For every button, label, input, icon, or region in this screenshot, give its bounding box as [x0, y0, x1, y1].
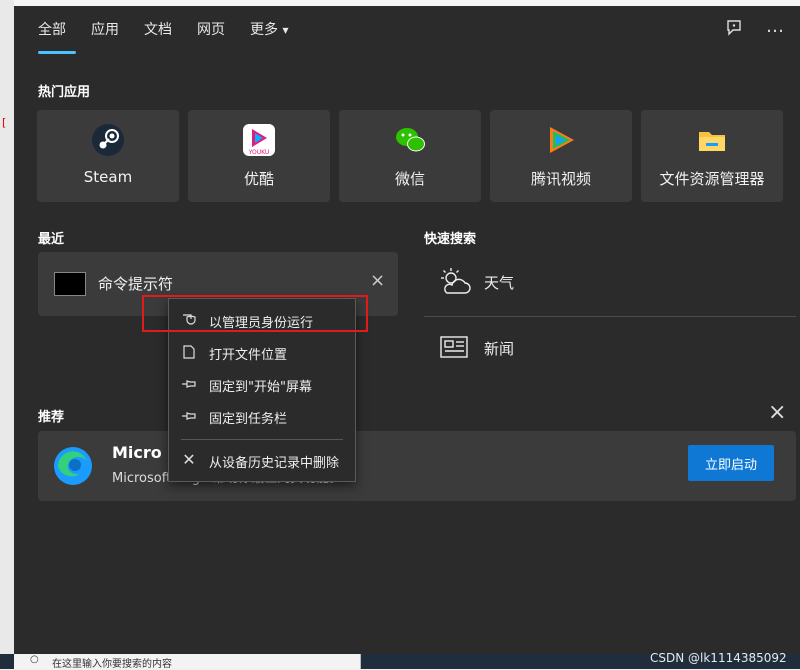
taskbar-search-box[interactable]: ○ 在这里输入你要搜索的内容 [14, 654, 361, 670]
active-tab-indicator [38, 51, 76, 54]
search-panel: 全部 应用 文档 网页 更多 ▾ … 热门应用 Steam YOUKU 优酷 微… [14, 6, 800, 654]
menu-item-remove-from-history[interactable]: ✕ 从设备历史记录中删除 [169, 445, 355, 475]
recommend-card-edge[interactable]: Micro Microsoft Edge 帮助你最佳网页功能。 立即启动 [38, 431, 796, 501]
tab-web[interactable]: 网页 [197, 19, 225, 39]
pin-icon [181, 408, 197, 424]
taskbar-search-placeholder: 在这里输入你要搜索的内容 [52, 659, 172, 670]
watermark: CSDN @lk1114385092 [650, 651, 787, 665]
steam-icon [92, 124, 124, 156]
close-icon[interactable]: × [768, 400, 786, 425]
open-folder-icon [181, 344, 197, 360]
menu-item-label: 固定到"开始"屏幕 [209, 380, 312, 395]
close-icon[interactable]: × [370, 270, 385, 291]
menu-item-label: 从设备历史记录中删除 [209, 456, 340, 471]
app-label: 文件资源管理器 [659, 170, 765, 188]
top-navigation: 全部 应用 文档 网页 更多 ▾ … [14, 6, 800, 56]
edge-icon [52, 445, 94, 491]
more-options-icon[interactable]: … [766, 16, 784, 37]
quick-search-label: 新闻 [484, 340, 515, 358]
tencent-video-icon [545, 124, 577, 156]
youku-icon: YOUKU [243, 124, 275, 156]
cmd-icon [54, 272, 86, 296]
app-tile-tencent-video[interactable]: 腾讯视频 [490, 110, 632, 202]
recent-item-label: 命令提示符 [98, 275, 174, 293]
app-tile-file-explorer[interactable]: 文件资源管理器 [641, 110, 783, 202]
quick-search-label: 天气 [484, 274, 515, 292]
divider [424, 316, 796, 317]
tab-apps[interactable]: 应用 [91, 19, 119, 39]
menu-item-pin-to-start[interactable]: 固定到"开始"屏幕 [169, 369, 355, 399]
app-label: 腾讯视频 [530, 170, 591, 188]
tab-more-label: 更多 [250, 22, 278, 38]
search-icon: ○ [30, 654, 39, 665]
recommend-app-name: Micro [112, 443, 162, 462]
app-tile-steam[interactable]: Steam [37, 110, 179, 202]
quick-search-title: 快速搜索 [424, 232, 477, 247]
recent-title: 最近 [38, 232, 65, 247]
background-window-edge: [ [0, 0, 15, 669]
tab-more[interactable]: 更多 ▾ [250, 19, 288, 39]
quick-search-news[interactable]: 新闻 [424, 318, 796, 382]
quick-search-weather[interactable]: 天气 [424, 252, 796, 316]
launch-now-button[interactable]: 立即启动 [688, 445, 774, 481]
recommend-title: 推荐 [38, 410, 65, 425]
pin-icon [181, 376, 197, 392]
hot-apps-title: 热门应用 [38, 85, 91, 100]
folder-icon [696, 124, 728, 156]
app-tile-wechat[interactable]: 微信 [339, 110, 481, 202]
weather-icon [438, 266, 472, 304]
background-marker: [ [2, 116, 7, 129]
wechat-icon [394, 124, 426, 156]
app-label: Steam [83, 168, 133, 186]
app-label: 微信 [394, 170, 425, 188]
tab-documents[interactable]: 文档 [144, 19, 172, 39]
menu-item-pin-to-taskbar[interactable]: 固定到任务栏 [169, 401, 355, 431]
menu-item-open-file-location[interactable]: 打开文件位置 [169, 337, 355, 367]
tab-all[interactable]: 全部 [38, 19, 66, 39]
chevron-down-icon: ▾ [282, 23, 289, 37]
annotation-highlight-box [142, 295, 368, 332]
feedback-icon[interactable] [724, 18, 744, 43]
svg-text:YOUKU: YOUKU [248, 149, 270, 156]
app-label: 优酷 [243, 170, 274, 188]
app-tile-youku[interactable]: YOUKU 优酷 [188, 110, 330, 202]
menu-item-label: 打开文件位置 [209, 348, 288, 363]
close-icon: ✕ [182, 450, 196, 469]
menu-separator [181, 439, 343, 440]
menu-item-label: 固定到任务栏 [209, 412, 288, 427]
news-icon [438, 334, 470, 366]
